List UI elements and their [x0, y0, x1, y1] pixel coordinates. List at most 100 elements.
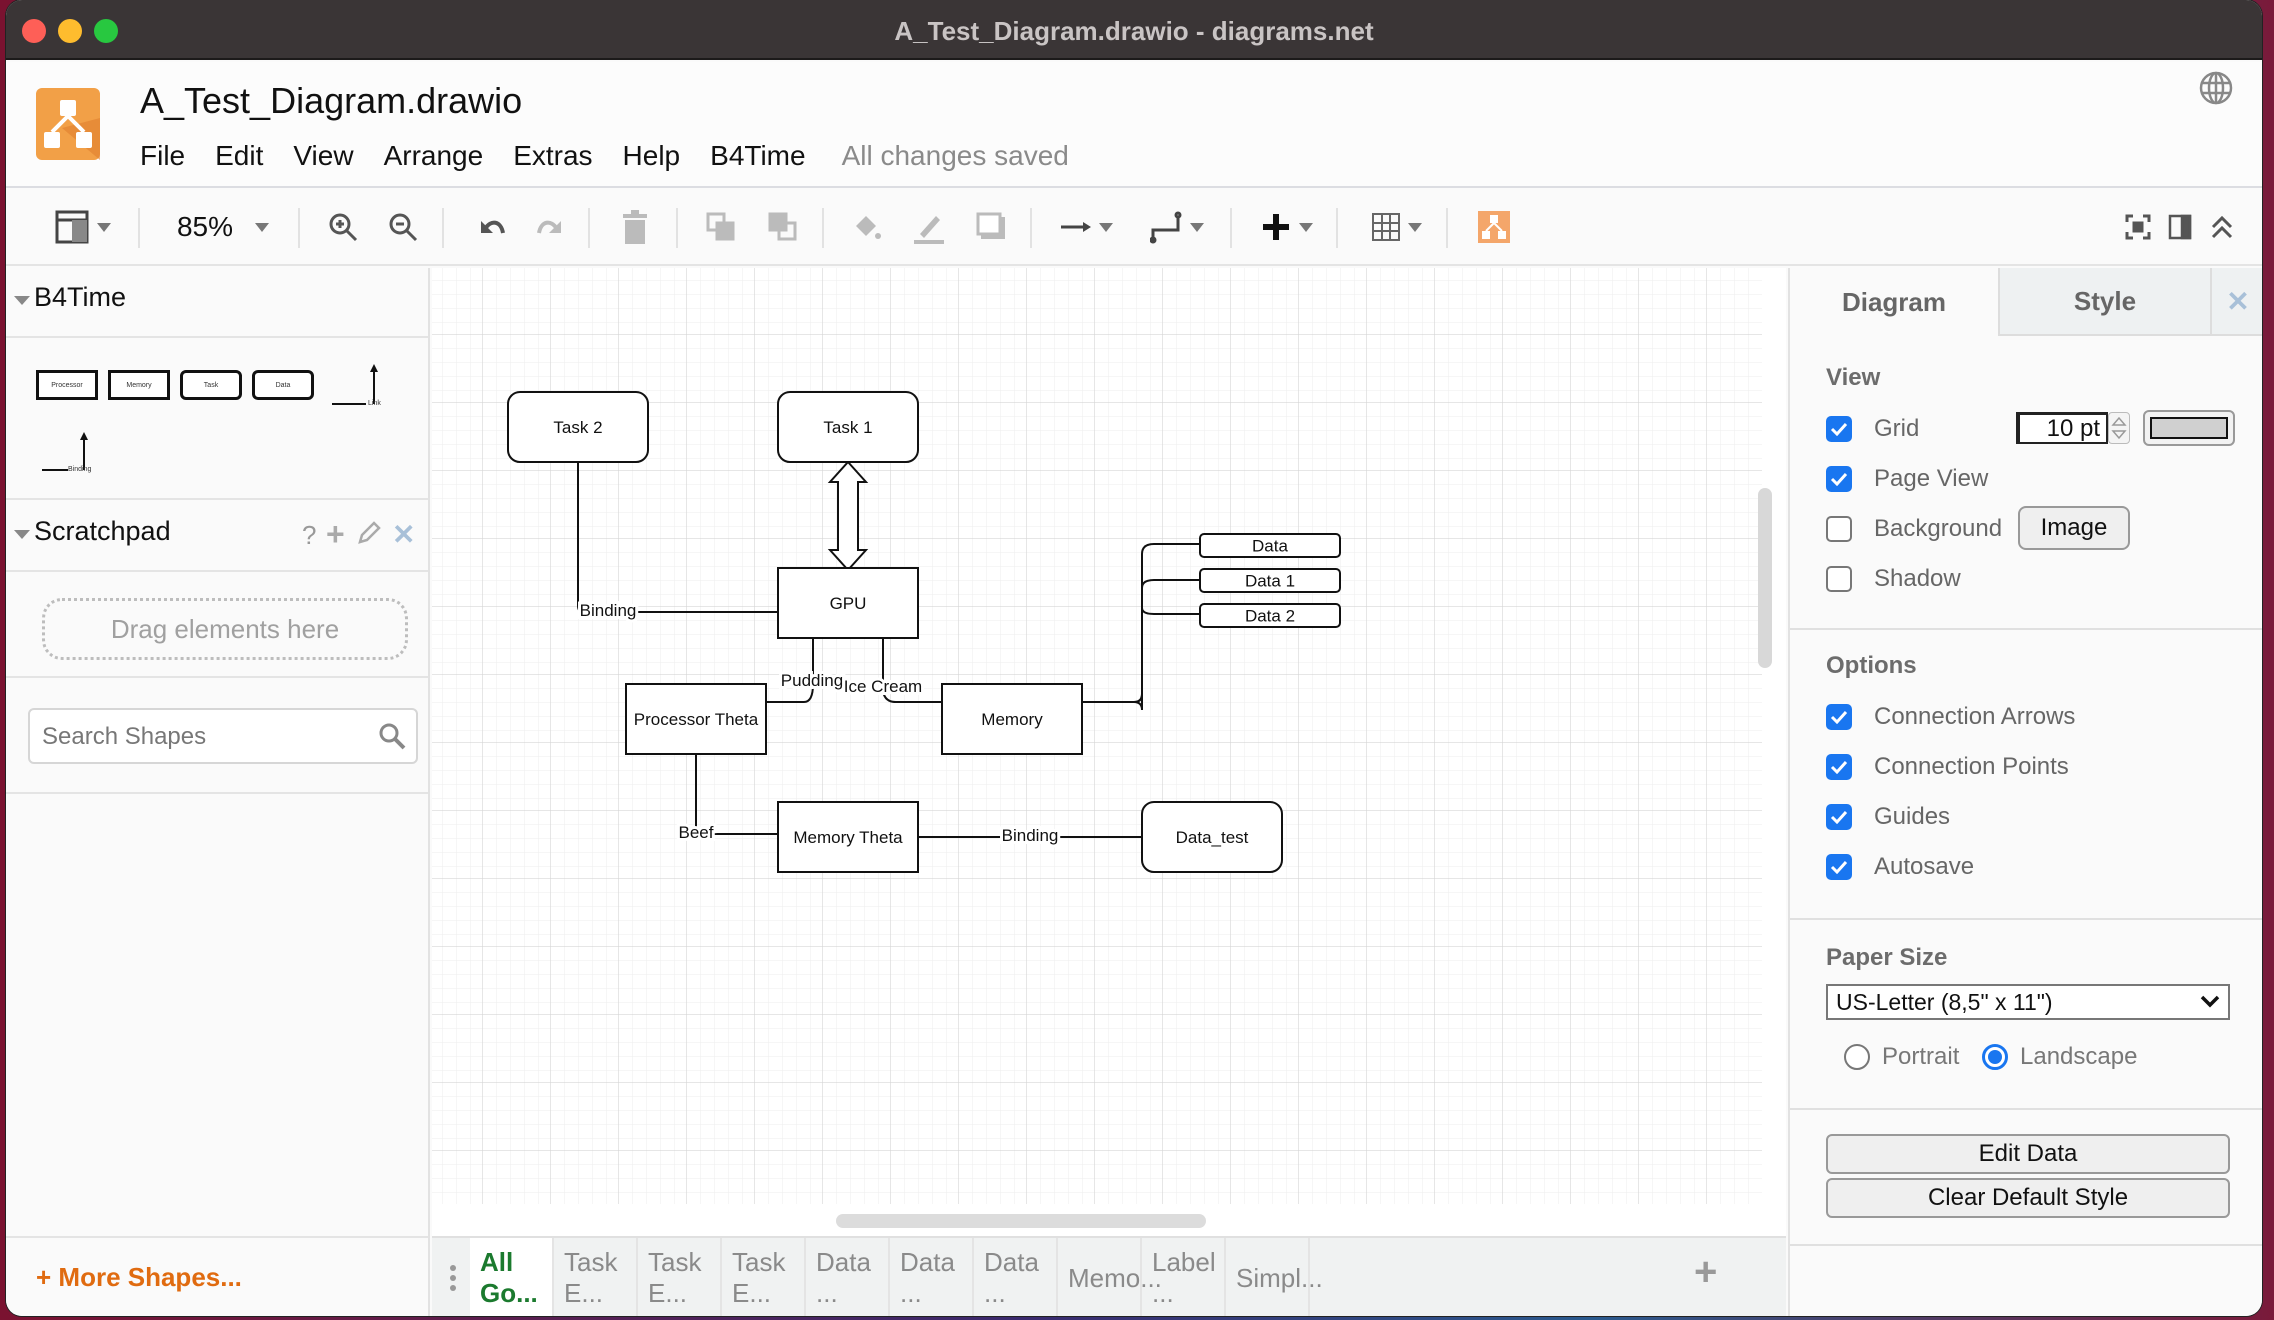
grid-size-input[interactable]: 10 pt — [2016, 412, 2108, 444]
document-title[interactable]: A_Test_Diagram.drawio — [140, 80, 522, 122]
menu-help[interactable]: Help — [623, 140, 681, 172]
page-tab[interactable]: Data ... — [890, 1238, 974, 1316]
zoom-out-button[interactable] — [378, 204, 428, 250]
portrait-radio[interactable] — [1844, 1044, 1870, 1070]
guides-row[interactable]: Guides — [1826, 800, 1950, 834]
background-checkbox-row[interactable]: Background — [1826, 512, 2002, 546]
more-shapes-button[interactable]: + More Shapes... — [36, 1262, 242, 1293]
edge-label[interactable]: Pudding — [778, 668, 846, 693]
help-icon[interactable]: ? — [302, 520, 316, 551]
page-view-checkbox-row[interactable]: Page View — [1826, 462, 1988, 496]
grid-checkbox-row[interactable]: Grid — [1826, 412, 1919, 446]
page-tab[interactable]: Data ... — [974, 1238, 1058, 1316]
table-button[interactable] — [1362, 204, 1432, 250]
fill-color-button[interactable] — [842, 204, 892, 250]
landscape-radio-row[interactable]: Landscape — [1982, 1040, 2137, 1074]
page-tab[interactable]: Memo... — [1058, 1238, 1162, 1316]
menu-edit[interactable]: Edit — [215, 140, 263, 172]
edit-icon[interactable] — [358, 520, 382, 549]
page-view-checkbox[interactable] — [1826, 466, 1852, 492]
edge-label[interactable]: Binding — [577, 598, 640, 623]
autosave-checkbox[interactable] — [1826, 854, 1852, 880]
scratchpad-header[interactable]: Scratchpad ? + ✕ — [6, 502, 428, 572]
edge-label[interactable]: Beef — [676, 820, 717, 845]
b4time-library-header[interactable]: B4Time — [6, 268, 428, 338]
background-image-button[interactable]: Image — [2018, 506, 2130, 550]
connection-points-checkbox[interactable] — [1826, 754, 1852, 780]
edge-label[interactable]: Ice Cream — [841, 674, 925, 699]
shape-link-edge[interactable]: Link — [330, 364, 390, 410]
diagram-canvas[interactable]: Task 2 Task 1 GPU Processor Theta Memory Data… — [432, 268, 1786, 1236]
shape-data[interactable]: Data — [252, 370, 314, 400]
menu-file[interactable]: File — [140, 140, 185, 172]
menu-arrange[interactable]: Arrange — [384, 140, 484, 172]
chevron-down-icon — [255, 222, 270, 232]
paper-size-select[interactable]: US-Letter (8,5" x 11") — [1826, 984, 2230, 1020]
shape-binding-edge[interactable]: Binding — [40, 432, 100, 478]
page-tab[interactable]: Simpl... — [1226, 1238, 1323, 1316]
page-tab[interactable]: All Go... — [470, 1238, 554, 1316]
connection-arrows-checkbox[interactable] — [1826, 704, 1852, 730]
delete-button[interactable] — [610, 204, 660, 250]
drawio-app-button[interactable] — [1472, 204, 1516, 250]
view-section-title: View — [1826, 364, 1881, 391]
shadow-button[interactable] — [966, 204, 1016, 250]
tab-style[interactable]: Style — [1998, 268, 2210, 336]
toggle-format-panel-button[interactable] — [2162, 204, 2198, 250]
grid-color-button[interactable] — [2143, 410, 2235, 446]
shadow-checkbox[interactable] — [1826, 566, 1852, 592]
shadow-checkbox-row[interactable]: Shadow — [1826, 562, 1961, 596]
waypoints-button[interactable] — [1142, 204, 1212, 250]
pages-menu-button[interactable] — [446, 1258, 460, 1298]
connection-arrows-row[interactable]: Connection Arrows — [1826, 700, 2075, 734]
horizontal-scrollbar[interactable] — [836, 1214, 1206, 1228]
line-color-button[interactable] — [904, 204, 954, 250]
shape-processor[interactable]: Processor — [36, 370, 98, 400]
app-header: A_Test_Diagram.drawio File Edit View Arr… — [6, 62, 2262, 188]
close-panel-button[interactable]: ✕ — [2210, 268, 2262, 336]
search-icon[interactable] — [378, 722, 406, 755]
page-tab[interactable]: Label ... — [1142, 1238, 1226, 1316]
menu-b4time[interactable]: B4Time — [710, 140, 805, 172]
add-icon[interactable]: + — [326, 516, 345, 553]
page-tab[interactable]: Task E... — [722, 1238, 806, 1316]
globe-icon[interactable] — [2198, 70, 2234, 106]
shape-task[interactable]: Task — [180, 370, 242, 400]
diagram-svg[interactable]: Task 2 Task 1 GPU Processor Theta Memory Data… — [432, 268, 1786, 1236]
background-checkbox[interactable] — [1826, 516, 1852, 542]
edge-label[interactable]: Binding — [999, 823, 1062, 848]
collapse-header-button[interactable] — [2204, 204, 2240, 250]
zoom-dropdown[interactable]: 85% — [158, 204, 288, 250]
edit-data-button[interactable]: Edit Data — [1826, 1134, 2230, 1174]
page-tab[interactable]: Data ... — [806, 1238, 890, 1316]
undo-button[interactable] — [466, 204, 516, 250]
connection-style-button[interactable] — [1052, 204, 1122, 250]
redo-button[interactable] — [526, 204, 576, 250]
page-tab[interactable]: Task E... — [638, 1238, 722, 1316]
insert-button[interactable] — [1252, 204, 1322, 250]
grid-checkbox[interactable] — [1826, 416, 1852, 442]
menu-extras[interactable]: Extras — [513, 140, 592, 172]
guides-checkbox[interactable] — [1826, 804, 1852, 830]
tab-diagram[interactable]: Diagram — [1790, 268, 1998, 336]
zoom-in-button[interactable] — [318, 204, 368, 250]
search-shapes-input[interactable] — [40, 718, 360, 756]
close-icon[interactable]: ✕ — [392, 518, 415, 551]
autosave-row[interactable]: Autosave — [1826, 850, 1974, 884]
connection-points-row[interactable]: Connection Points — [1826, 750, 2069, 784]
search-shapes-box[interactable] — [28, 708, 418, 764]
fullscreen-button[interactable] — [2120, 204, 2156, 250]
grid-size-stepper[interactable] — [2108, 412, 2130, 444]
add-page-button[interactable]: + — [1694, 1250, 1717, 1295]
to-back-button[interactable] — [758, 204, 808, 250]
scratchpad-drop-zone[interactable]: Drag elements here — [42, 598, 408, 660]
vertical-scrollbar[interactable] — [1758, 488, 1772, 668]
page-tab[interactable]: Task E... — [554, 1238, 638, 1316]
menu-view[interactable]: View — [293, 140, 353, 172]
shape-memory[interactable]: Memory — [108, 370, 170, 400]
to-front-button[interactable] — [696, 204, 746, 250]
format-panel-toggle-button[interactable] — [46, 204, 120, 250]
landscape-radio[interactable] — [1982, 1044, 2008, 1070]
portrait-radio-row[interactable]: Portrait — [1844, 1040, 1959, 1074]
clear-default-style-button[interactable]: Clear Default Style — [1826, 1178, 2230, 1218]
